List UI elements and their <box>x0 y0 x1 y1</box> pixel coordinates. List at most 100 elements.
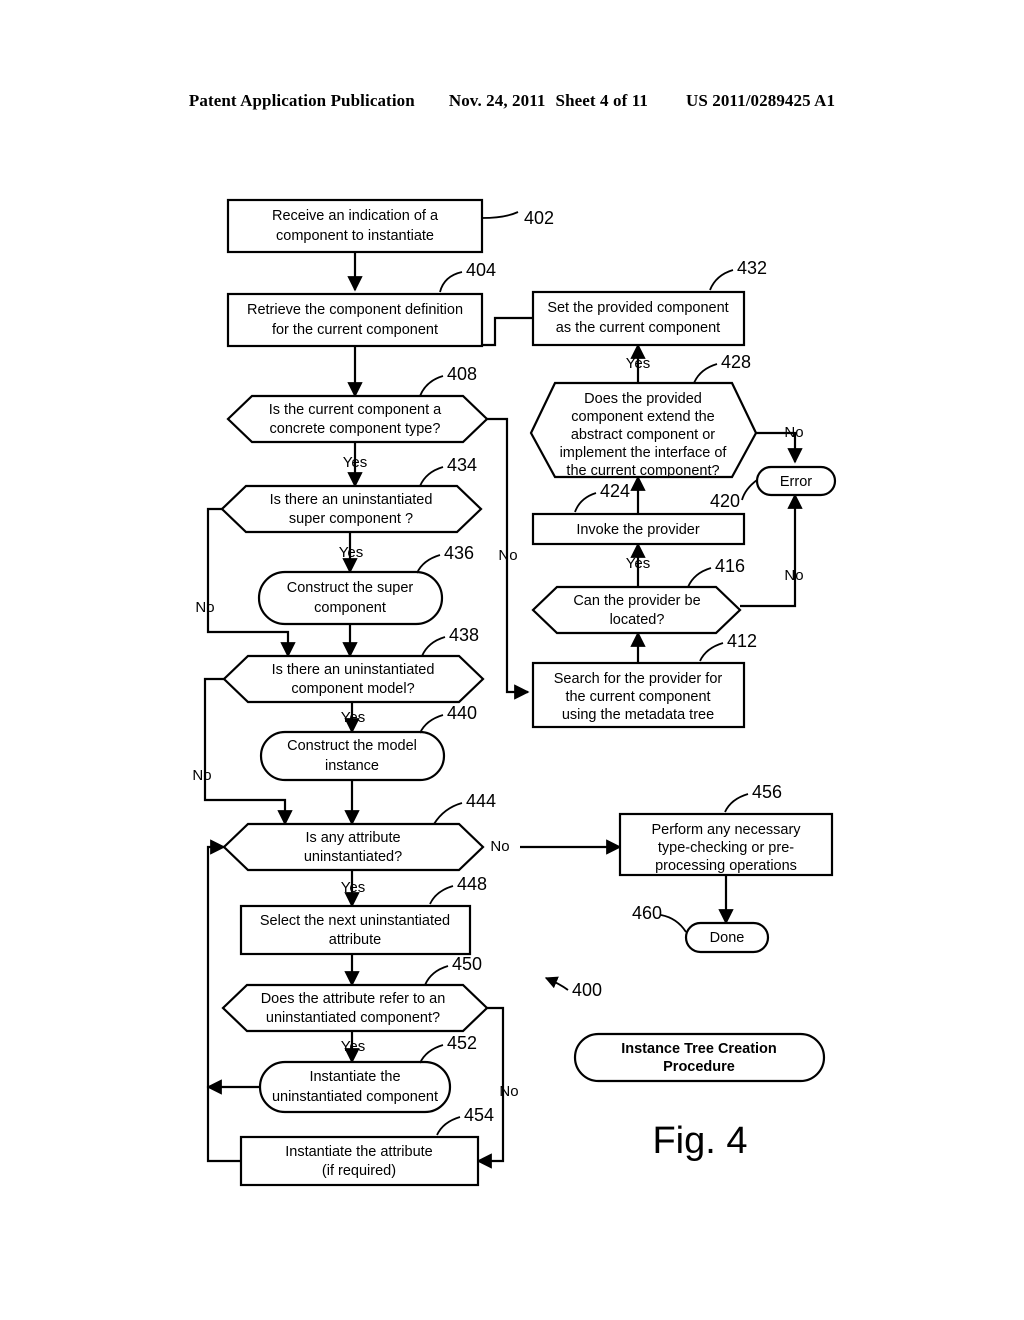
edge-label-450-no: No <box>499 1083 518 1100</box>
node-450-line1: Does the attribute refer to an <box>261 991 446 1007</box>
node-416-can-provider-be-located: Can the provider be located? <box>531 585 742 635</box>
node-408-line2: concrete component type? <box>270 421 441 437</box>
node-440-line1: Construct the model <box>287 738 417 754</box>
node-452-instantiate-uninstantiated-component: Instantiate the uninstantiated component <box>258 1060 452 1114</box>
node-460-done-terminal: Done <box>684 921 770 954</box>
ref-408: 408 <box>447 364 477 384</box>
node-440-line2: instance <box>325 758 379 774</box>
node-438-line2: component model? <box>291 681 414 697</box>
edge-label-416-yes: Yes <box>626 555 650 572</box>
leader-420 <box>741 479 758 501</box>
ref-454: 454 <box>464 1105 494 1125</box>
node-456-typechecking-preprocessing: Perform any necessary type-checking or p… <box>618 812 834 877</box>
node-420-error-terminal: Error <box>755 465 837 497</box>
node-404-line2: for the current component <box>272 322 438 338</box>
ref-420: 420 <box>710 491 740 511</box>
node-448-line1: Select the next uninstantiated <box>260 913 450 929</box>
node-440-construct-model-instance: Construct the model instance <box>259 730 446 782</box>
ref-456: 456 <box>752 782 782 802</box>
node-424-label: Invoke the provider <box>576 522 699 538</box>
edge-label-408-no: No <box>498 547 517 564</box>
ref-416: 416 <box>715 556 745 576</box>
node-456-line1: Perform any necessary <box>651 822 801 838</box>
edge-label-408-yes: Yes <box>343 454 367 471</box>
edge-label-434-no: No <box>195 599 214 616</box>
ref-432: 432 <box>737 258 767 278</box>
node-438-uninstantiated-component-model: Is there an uninstantiated component mod… <box>222 654 485 704</box>
edge-416-420 <box>740 493 803 608</box>
leader-432 <box>709 269 734 291</box>
node-432-line2: as the current component <box>556 320 720 336</box>
leader-400 <box>544 976 569 991</box>
node-448-line2: attribute <box>329 932 381 948</box>
node-408-is-concrete-type: Is the current component a concrete comp… <box>226 394 489 444</box>
node-456-line2: type-checking or pre- <box>658 840 794 856</box>
leader-460 <box>660 914 687 933</box>
node-420-label: Error <box>780 474 812 490</box>
ref-460: 460 <box>632 903 662 923</box>
edge-label-416-no: No <box>784 567 803 584</box>
leader-434 <box>419 466 444 487</box>
patent-page: Patent Application Publication Nov. 24, … <box>0 0 1024 1320</box>
node-428-line4: implement the interface of <box>560 445 728 461</box>
node-436-line1: Construct the super <box>287 580 414 596</box>
ref-436: 436 <box>444 543 474 563</box>
edge-label-450-yes: Yes <box>341 1038 365 1055</box>
node-456-line3: processing operations <box>655 858 797 874</box>
node-428-line1: Does the provided <box>584 391 702 407</box>
node-428-does-extend-or-implement: Does the provided component extend the a… <box>529 381 758 479</box>
ref-444: 444 <box>466 791 496 811</box>
node-416-line2: located? <box>610 612 665 628</box>
ref-412: 412 <box>727 631 757 651</box>
node-412-line1: Search for the provider for <box>554 671 723 687</box>
node-402-line2: component to instantiate <box>276 228 434 244</box>
node-404-line1: Retrieve the component definition <box>247 302 463 318</box>
node-436-construct-super-component: Construct the super component <box>257 570 444 626</box>
procedure-label-line1: Instance Tree Creation <box>621 1041 777 1057</box>
leader-404 <box>439 271 463 293</box>
node-452-line2: uninstantiated component <box>272 1089 438 1105</box>
ref-440: 440 <box>447 703 477 723</box>
node-428-line3: abstract component or <box>571 427 715 443</box>
leader-402 <box>481 211 519 219</box>
node-432-line1: Set the provided component <box>547 300 728 316</box>
node-444-line1: Is any attribute <box>305 830 400 846</box>
ref-452: 452 <box>447 1033 477 1053</box>
leader-416 <box>687 567 712 588</box>
node-450-line2: uninstantiated component? <box>266 1010 440 1026</box>
node-412-line2: the current component <box>565 689 710 705</box>
node-444-is-any-attribute-uninstantiated: Is any attribute uninstantiated? <box>222 822 485 872</box>
leader-440 <box>419 714 444 734</box>
node-454-line2: (if required) <box>322 1163 396 1179</box>
node-404-retrieve-definition: Retrieve the component definition for th… <box>226 292 484 348</box>
edge-label-438-yes: Yes <box>341 709 365 726</box>
node-444-line2: uninstantiated? <box>304 849 402 865</box>
leader-448 <box>429 885 454 905</box>
node-438-line1: Is there an uninstantiated <box>272 662 435 678</box>
ref-402: 402 <box>524 208 554 228</box>
ref-428: 428 <box>721 352 751 372</box>
ref-448: 448 <box>457 874 487 894</box>
leader-436 <box>416 554 441 574</box>
leader-428 <box>693 363 718 384</box>
leader-424 <box>574 492 597 513</box>
ref-450: 450 <box>452 954 482 974</box>
node-416-line1: Can the provider be <box>573 593 700 609</box>
ref-404: 404 <box>466 260 496 280</box>
flowchart-figure: Receive an indication of a component to … <box>192 198 837 1187</box>
edge-label-444-yes: Yes <box>341 879 365 896</box>
node-434-line2: super component ? <box>289 511 413 527</box>
leader-456 <box>724 793 749 813</box>
ref-438: 438 <box>449 625 479 645</box>
node-460-label: Done <box>710 930 745 946</box>
node-424-invoke-provider: Invoke the provider <box>531 512 746 546</box>
edge-label-444-no: No <box>490 838 509 855</box>
leader-444 <box>433 802 463 825</box>
edge-label-438-no: No <box>192 767 211 784</box>
node-428-line2: component extend the <box>571 409 715 425</box>
node-402-receive-indication: Receive an indication of a component to … <box>226 198 484 254</box>
edge-label-434-yes: Yes <box>339 544 363 561</box>
procedure-label-line2: Procedure <box>663 1059 735 1075</box>
ref-434: 434 <box>447 455 477 475</box>
figure-caption: Fig. 4 <box>652 1120 747 1162</box>
